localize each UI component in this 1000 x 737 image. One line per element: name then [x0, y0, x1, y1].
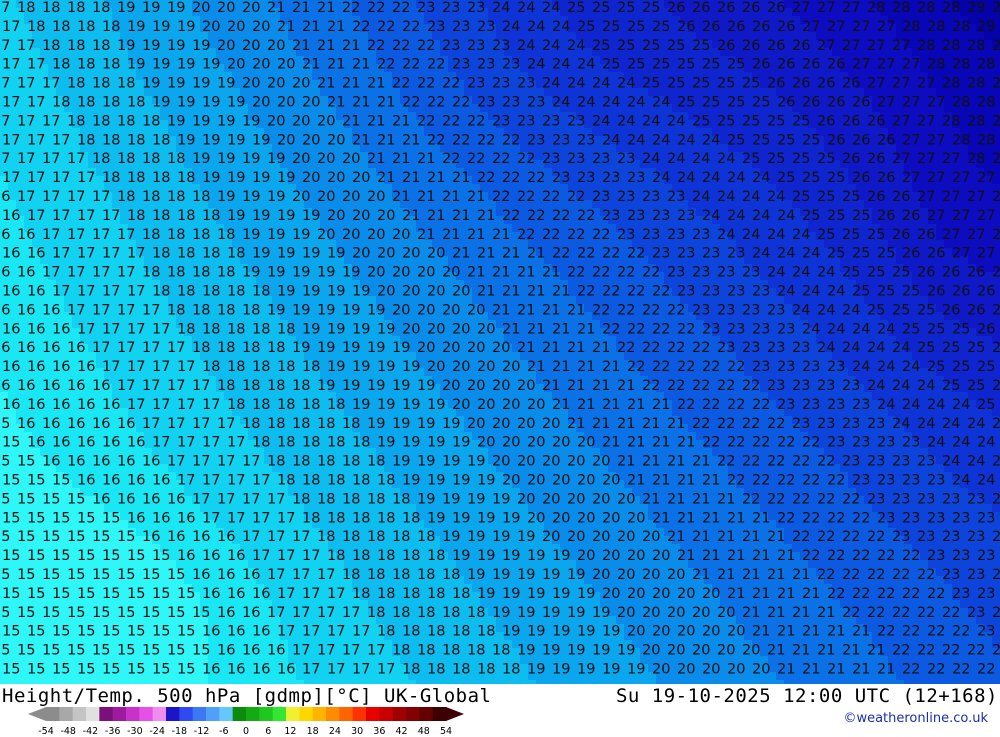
weather-map: 1718181818191919202020212121222222232323… [0, 0, 1000, 684]
temperature-field: 1718181818191919202020212121222222232323… [0, 0, 1000, 684]
